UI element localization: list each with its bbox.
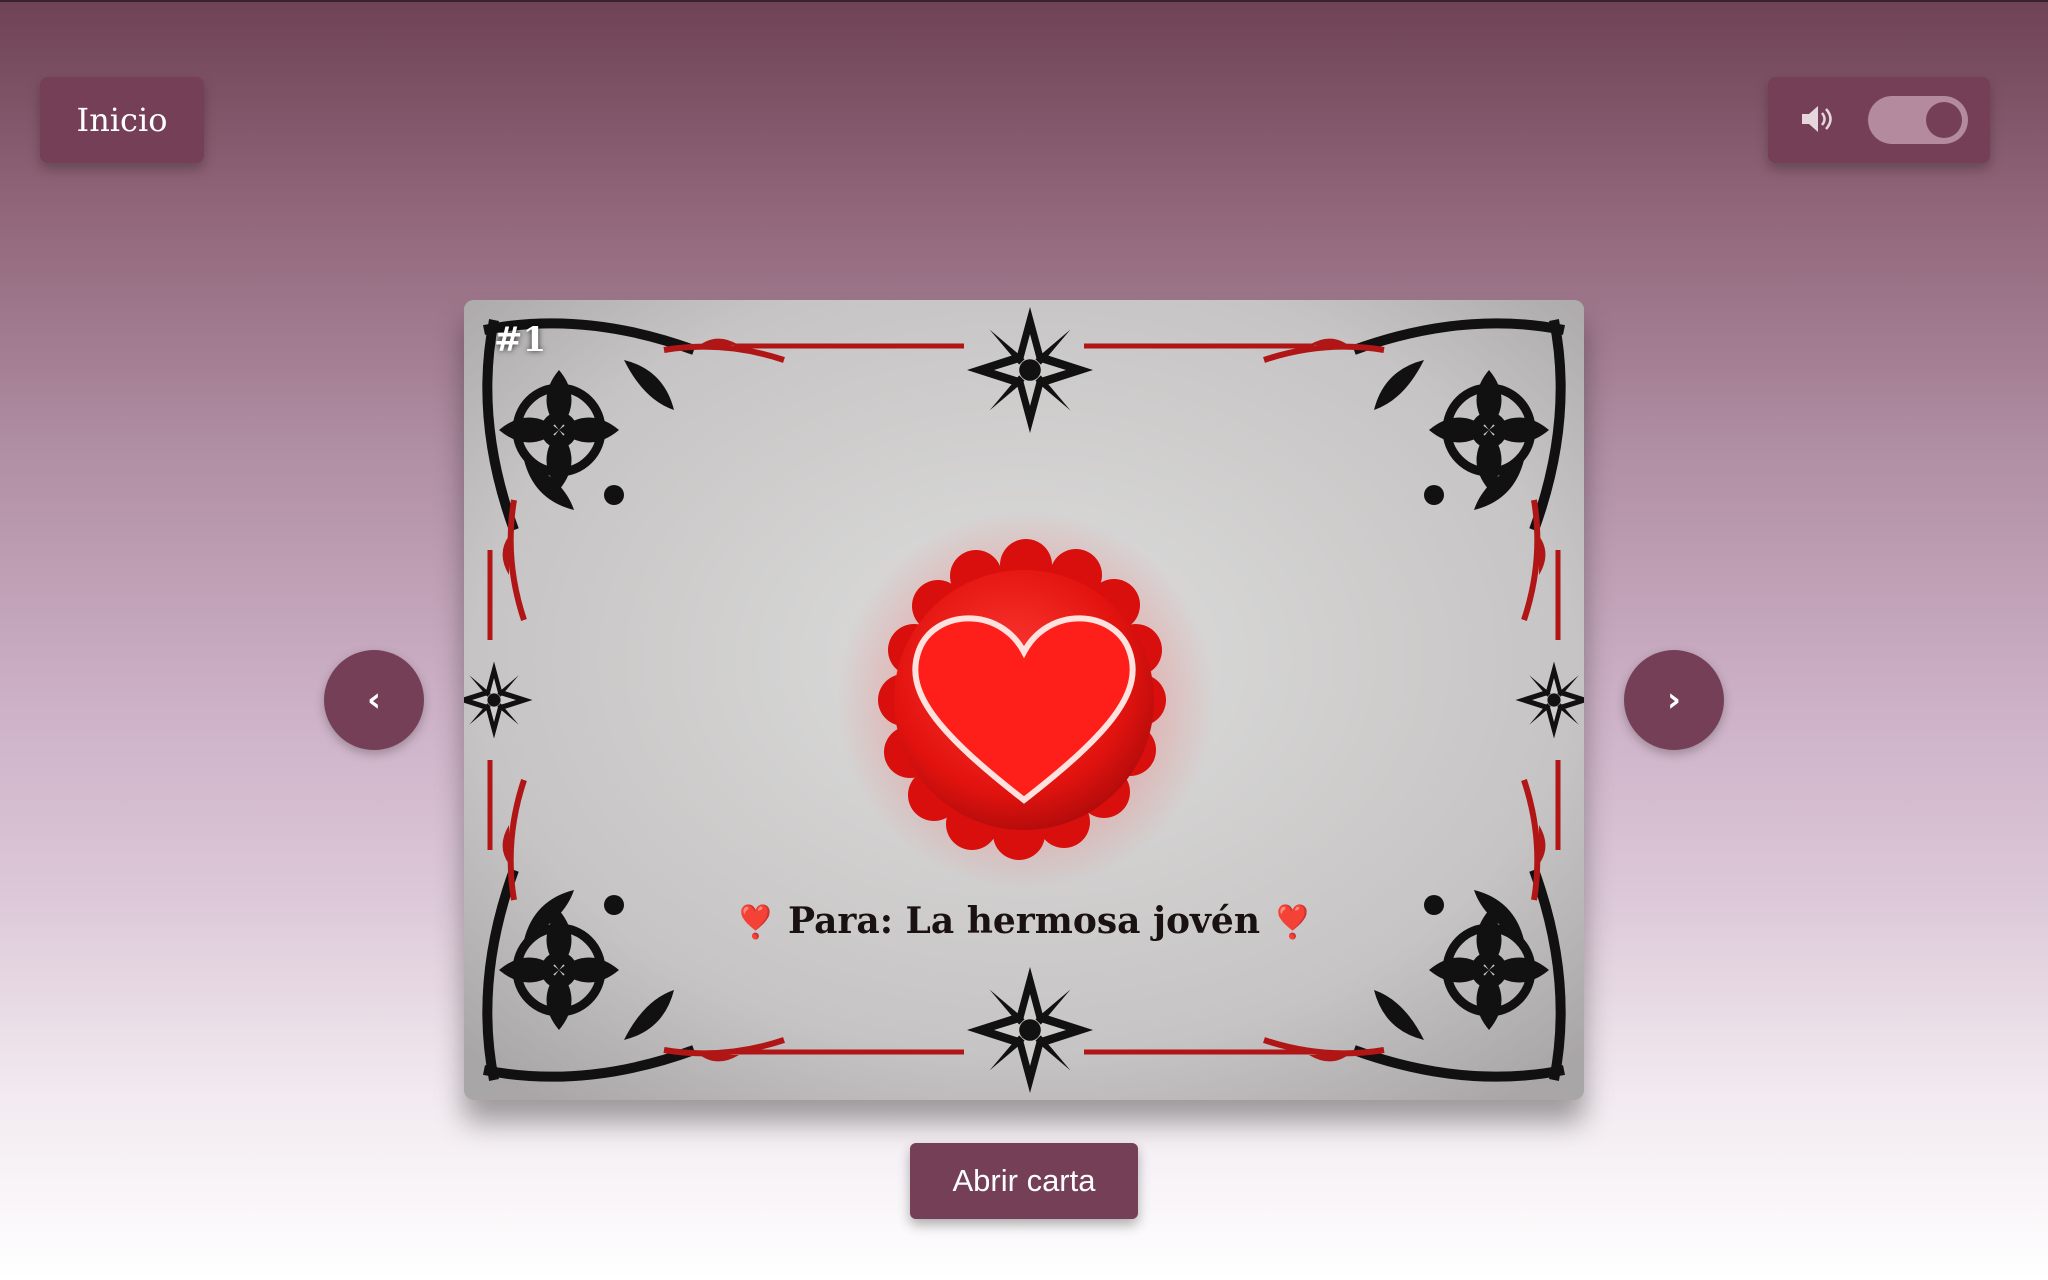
- letter-card[interactable]: #1 ❣️ Para: La hermosa jovén ❣️: [464, 300, 1584, 1100]
- card-caption-text: Para: La hermosa jovén: [787, 900, 1261, 942]
- card-number: #1: [494, 320, 547, 360]
- card-caption: ❣️ Para: La hermosa jovén ❣️: [464, 900, 1584, 942]
- top-border: [0, 0, 2048, 2]
- sound-toggle[interactable]: [1868, 96, 1968, 144]
- home-button[interactable]: Inicio: [40, 77, 204, 163]
- speaker-icon[interactable]: [1798, 101, 1834, 137]
- sound-panel: [1768, 77, 1990, 163]
- toggle-knob: [1926, 102, 1962, 138]
- heart-exclamation-icon: ❣️: [1272, 903, 1313, 941]
- next-button[interactable]: ›: [1624, 650, 1724, 750]
- heart-exclamation-icon: ❣️: [735, 903, 776, 941]
- card-artwork: [464, 300, 1584, 1100]
- previous-button[interactable]: ‹: [324, 650, 424, 750]
- open-letter-button[interactable]: Abrir carta: [910, 1143, 1138, 1219]
